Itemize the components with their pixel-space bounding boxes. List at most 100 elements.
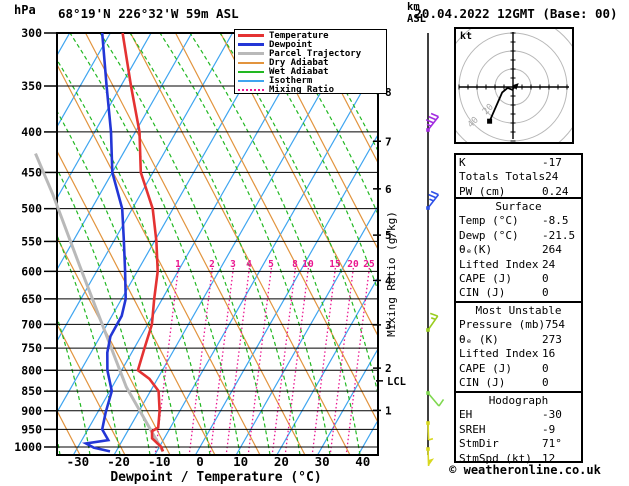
index-row: CIN (J) 0 — [459, 286, 578, 300]
mixing-ratio-label: 10 — [302, 259, 314, 270]
index-label: CIN (J) — [459, 286, 506, 300]
index-value: 754 — [545, 318, 565, 332]
x-tick-label: 40 — [355, 454, 370, 469]
chart-legend: Temperature Dewpoint Parcel Trajectory Dry … — [234, 29, 387, 95]
barb-half-tick — [430, 317, 436, 321]
pressure-tick-label: 650 — [21, 292, 42, 306]
barb-shaft — [427, 392, 440, 407]
section-title: Surface — [495, 200, 542, 213]
mixing-ratio-axis-label: Mixing Ratio (g/kg) — [385, 211, 398, 337]
index-label: Totals Totals — [459, 170, 546, 184]
dry-adiabat-line — [175, 33, 378, 424]
surface-indices-box: Surface Temp (°C) -8.5 Dewp (°C) -21.5 θₑ(K) 2… — [454, 197, 583, 303]
legend-swatch — [238, 52, 264, 55]
isotherm-line — [72, 33, 315, 455]
isotherms — [57, 33, 378, 455]
index-label: Dewp (°C) — [459, 228, 519, 242]
index-label: θₑ (K) — [459, 332, 499, 346]
legend-swatch — [238, 79, 264, 82]
km-tick-label: 1 — [385, 404, 392, 417]
index-row: Temp (°C) -8.5 — [459, 214, 578, 228]
x-tick-label: 20 — [274, 454, 289, 469]
index-value: -30 — [542, 408, 562, 422]
isotherm-line — [357, 419, 378, 455]
skewt-background — [57, 33, 450, 455]
isotherm-line — [276, 276, 378, 455]
most-unstable-indices-box: Most Unstable Pressure (mb) 754 θₑ (K) 273 Li… — [454, 301, 583, 393]
index-value: -9 — [542, 422, 556, 436]
index-value: 264 — [542, 243, 562, 257]
pressure-tick-label: 700 — [21, 317, 42, 331]
mixing-ratio-label: 25 — [363, 259, 375, 270]
index-label: K — [459, 156, 466, 169]
dry-adiabat-line — [57, 322, 126, 455]
wet-adiabat-line — [279, 33, 378, 216]
parcel-trajectory-curve — [34, 153, 165, 453]
index-value: 24 — [542, 257, 556, 271]
index-row: K -17 — [459, 156, 578, 170]
wet-adiabat-line — [219, 33, 378, 397]
indices-summary-box: K -17 Totals Totals 24 PW (cm) 0.24 — [454, 153, 583, 199]
mixing-ratio-line — [271, 267, 297, 455]
wind-barb-column — [425, 33, 445, 467]
barb-station-dot — [426, 328, 430, 332]
barb-shaft — [427, 422, 430, 441]
index-label: CAPE (J) — [459, 272, 512, 286]
index-row: SREH -9 — [459, 423, 578, 437]
isotherm-line — [194, 133, 378, 455]
barb-station-dot — [426, 128, 430, 132]
mixing-ratio-label: 1 — [175, 259, 181, 270]
wet-adiabat-line — [57, 233, 121, 455]
index-row: CIN (J) 0 — [459, 376, 578, 390]
barb-station-dot — [426, 421, 430, 425]
legend-swatch — [238, 34, 264, 37]
pressure-tick-label: 400 — [21, 125, 42, 139]
pressure-tick-label: 300 — [21, 26, 42, 40]
pressure-tick-label: 900 — [21, 404, 42, 418]
wet-adiabat-line — [99, 33, 271, 455]
hodograph-indices-box: Hodograph EH -30 SREH -9 StmDir 71° StmSpd (kt)… — [454, 391, 583, 465]
dry-adiabat-line — [355, 33, 378, 78]
km-tick-label: 7 — [385, 135, 392, 148]
index-row: CAPE (J) 0 — [459, 272, 578, 286]
pressure-tick-label: 500 — [21, 202, 42, 216]
index-label: θₑ(K) — [459, 243, 493, 257]
x-axis-labels: -30 -20 -10 0 10 20 30 40 Dewpoint / Temperature… — [67, 454, 371, 485]
mixing-ratio-label: 3 — [230, 259, 236, 270]
legend-swatch — [238, 61, 264, 64]
dry-adiabat-line — [401, 33, 450, 455]
wet-adiabat-line — [369, 33, 378, 47]
pressure-tick-label: 800 — [21, 363, 42, 377]
index-row: θₑ (K) 273 — [459, 333, 578, 347]
pressure-tick-label: 750 — [21, 341, 42, 355]
mixing-ratio-label: 20 — [347, 259, 359, 270]
sounding-figure: hPa 68°19'N 226°32'W 59m ASL km ASL 20.04… — [0, 0, 629, 486]
index-value: 0 — [542, 272, 549, 286]
index-row: Lifted Index 24 — [459, 258, 578, 272]
index-label: CAPE (J) — [459, 361, 512, 375]
dry-adiabat-line — [85, 33, 306, 455]
hodograph-unit-label: kt — [460, 31, 473, 42]
mixing-ratio-lines — [154, 267, 371, 455]
index-row: Pressure (mb) 754 — [459, 318, 578, 332]
barb-full-tick — [430, 112, 439, 118]
barb-full-tick — [429, 312, 439, 317]
mixing-ratio-label: 15 — [329, 259, 341, 270]
pressure-tick-label: 600 — [21, 264, 42, 278]
barb-half-tick — [429, 198, 434, 202]
index-value: 0 — [542, 286, 549, 300]
index-row: EH -30 — [459, 408, 578, 422]
index-label: Lifted Index — [459, 257, 539, 271]
index-label: Pressure (mb) — [459, 318, 546, 332]
legend-label: Mixing Ratio — [269, 84, 335, 95]
legend-swatch — [238, 70, 264, 73]
lcl-label: LCL — [387, 376, 406, 388]
barb-station-dot — [426, 206, 430, 210]
index-row: Dewp (°C) -21.5 — [459, 229, 578, 243]
x-tick-label: -10 — [148, 454, 171, 469]
wet-adiabat-line — [69, 33, 241, 455]
index-value: 0 — [542, 361, 549, 375]
legend-swatch — [238, 43, 264, 46]
pressure-tick-label: 1000 — [14, 440, 42, 454]
dry-adiabats — [57, 33, 450, 455]
